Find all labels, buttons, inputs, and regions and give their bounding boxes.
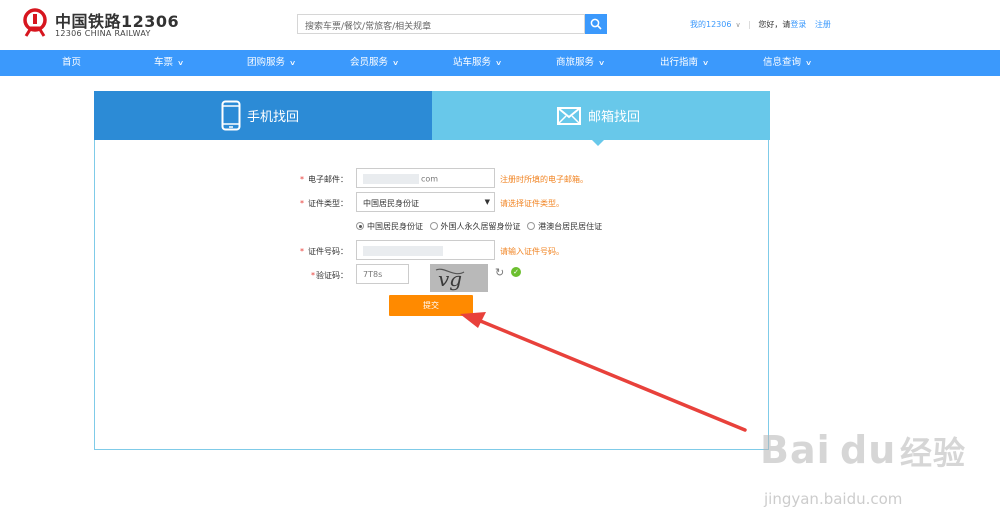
captcha-label-text: 验证码： xyxy=(316,271,348,280)
id-type-value: 中国居民身份证 xyxy=(363,199,419,208)
radio-option-cn-id[interactable]: 中国居民身份证 xyxy=(356,221,423,232)
logo[interactable]: 中国铁路12306 12306 CHINA RAILWAY xyxy=(22,8,179,42)
dropdown-arrow-icon: ▼ xyxy=(484,198,490,206)
refresh-icon[interactable]: ↻ xyxy=(495,266,504,279)
nav-item-travel-guide[interactable]: 出行指南 ∨ xyxy=(660,50,710,76)
nav-item-group[interactable]: 团购服务 ∨ xyxy=(247,50,297,76)
mobile-phone-icon xyxy=(221,100,241,131)
my-account-link[interactable]: 我的12306 xyxy=(690,19,731,30)
email-value: com xyxy=(421,174,439,184)
masked-text xyxy=(363,246,443,256)
radio-label: 外国人永久居留身份证 xyxy=(440,222,521,231)
top-links: 我的12306 ∨ | 您好，请登录 注册 xyxy=(690,19,831,30)
baidu-jingyan-watermark: Bai du 经验 jingyan.baidu.com xyxy=(750,420,990,520)
chevron-down-icon: ∨ xyxy=(701,59,710,67)
captcha-label: *验证码： xyxy=(311,270,348,281)
tab-label: 邮箱找回 xyxy=(588,110,641,125)
search-button[interactable] xyxy=(585,14,607,34)
nav-item-label: 会员服务 xyxy=(350,57,389,68)
radio-option-foreign-permit[interactable]: 外国人永久居留身份证 xyxy=(429,221,521,232)
chevron-down-icon: ∨ xyxy=(804,59,813,67)
register-link[interactable]: 注册 xyxy=(815,19,831,30)
nav-item-business[interactable]: 商旅服务 ∨ xyxy=(556,50,606,76)
radio-checked-icon xyxy=(356,222,364,230)
nav-item-label: 车票 xyxy=(154,57,174,68)
id-type-hint: 请选择证件类型。 xyxy=(500,199,564,208)
envelope-icon xyxy=(557,107,581,125)
required-mark: * xyxy=(300,247,304,256)
email-label-text: 电子邮件： xyxy=(308,175,348,184)
nav-item-label: 商旅服务 xyxy=(556,57,595,68)
chevron-down-icon: ∨ xyxy=(735,21,741,29)
captcha-image[interactable]: vg xyxy=(430,264,488,292)
chevron-down-icon: ∨ xyxy=(494,59,503,67)
captcha-input[interactable]: 7T8s xyxy=(356,264,409,284)
divider: | xyxy=(748,20,751,29)
id-type-select[interactable]: 中国居民身份证 ▼ xyxy=(356,192,495,212)
required-mark: * xyxy=(300,199,304,208)
watermark-brand-cn: 经验 xyxy=(900,434,967,472)
header: 中国铁路12306 12306 CHINA RAILWAY 搜索车票/餐饮/常旅… xyxy=(0,0,1000,50)
logo-subtitle: 12306 CHINA RAILWAY xyxy=(55,29,151,38)
tab-email-recovery[interactable]: 邮箱找回 xyxy=(432,91,770,146)
chevron-down-icon: ∨ xyxy=(391,59,400,67)
id-type-label: * 证件类型： xyxy=(300,198,348,209)
id-number-field[interactable] xyxy=(356,240,495,260)
id-number-label: * 证件号码： xyxy=(300,246,348,257)
watermark-brand: Bai xyxy=(760,428,831,472)
masked-text xyxy=(363,174,419,184)
nav-item-tickets[interactable]: 车票 ∨ xyxy=(154,50,185,76)
main-nav: 首页 车票 ∨ 团购服务 ∨ 会员服务 ∨ 站车服务 ∨ 商旅服务 ∨ 出行指南 ∨ 信息查… xyxy=(0,50,1000,76)
watermark-brand-du: du xyxy=(840,428,897,472)
radio-option-hk-mo-tw-permit[interactable]: 港澳台居民居住证 xyxy=(527,221,602,232)
check-icon: ✓ xyxy=(511,267,521,277)
required-mark: * xyxy=(300,175,304,184)
radio-label: 中国居民身份证 xyxy=(367,222,423,231)
email-label: * 电子邮件： xyxy=(300,174,348,185)
captcha-image-text: vg xyxy=(438,267,462,291)
tab-phone-recovery[interactable]: 手机找回 xyxy=(94,91,432,140)
radio-unchecked-icon xyxy=(527,222,536,230)
nav-item-member[interactable]: 会员服务 ∨ xyxy=(350,50,400,76)
search-icon xyxy=(590,18,602,30)
nav-item-label: 首页 xyxy=(62,57,82,68)
id-type-radio-group: 中国居民身份证 外国人永久居留身份证 港澳台居民居住证 xyxy=(356,221,606,232)
id-type-label-text: 证件类型： xyxy=(308,199,348,208)
radio-unchecked-icon xyxy=(429,222,438,230)
search-input[interactable]: 搜索车票/餐饮/常旅客/相关规章 xyxy=(297,14,585,34)
nav-item-home[interactable]: 首页 xyxy=(62,50,81,76)
email-hint: 注册时所填的电子邮箱。 xyxy=(500,175,588,184)
chevron-down-icon: ∨ xyxy=(597,59,606,67)
railway-logo-icon xyxy=(23,8,47,37)
captcha-image-drawing: vg xyxy=(435,267,465,291)
email-field[interactable]: com xyxy=(356,168,495,188)
page: 中国铁路12306 12306 CHINA RAILWAY 搜索车票/餐饮/常旅… xyxy=(0,0,1000,532)
nav-item-label: 团购服务 xyxy=(247,57,286,68)
chevron-down-icon: ∨ xyxy=(288,59,297,67)
nav-item-info[interactable]: 信息查询 ∨ xyxy=(763,50,813,76)
login-link[interactable]: 登录 xyxy=(790,19,806,30)
nav-item-station[interactable]: 站车服务 ∨ xyxy=(453,50,503,76)
required-mark: * xyxy=(311,271,315,280)
watermark-url: jingyan.baidu.com xyxy=(764,490,903,508)
id-number-label-text: 证件号码： xyxy=(308,247,348,256)
nav-item-label: 出行指南 xyxy=(660,57,699,68)
nav-item-label: 站车服务 xyxy=(453,57,492,68)
submit-button[interactable]: 提交 xyxy=(389,295,473,316)
id-number-hint: 请输入证件号码。 xyxy=(500,247,564,256)
nav-item-label: 信息查询 xyxy=(763,57,802,68)
radio-label: 港澳台居民居住证 xyxy=(538,222,603,231)
greeting-text: 您好，请 xyxy=(758,20,791,29)
tab-label: 手机找回 xyxy=(247,110,300,125)
chevron-down-icon: ∨ xyxy=(176,59,185,67)
active-tab-pointer xyxy=(592,140,604,146)
